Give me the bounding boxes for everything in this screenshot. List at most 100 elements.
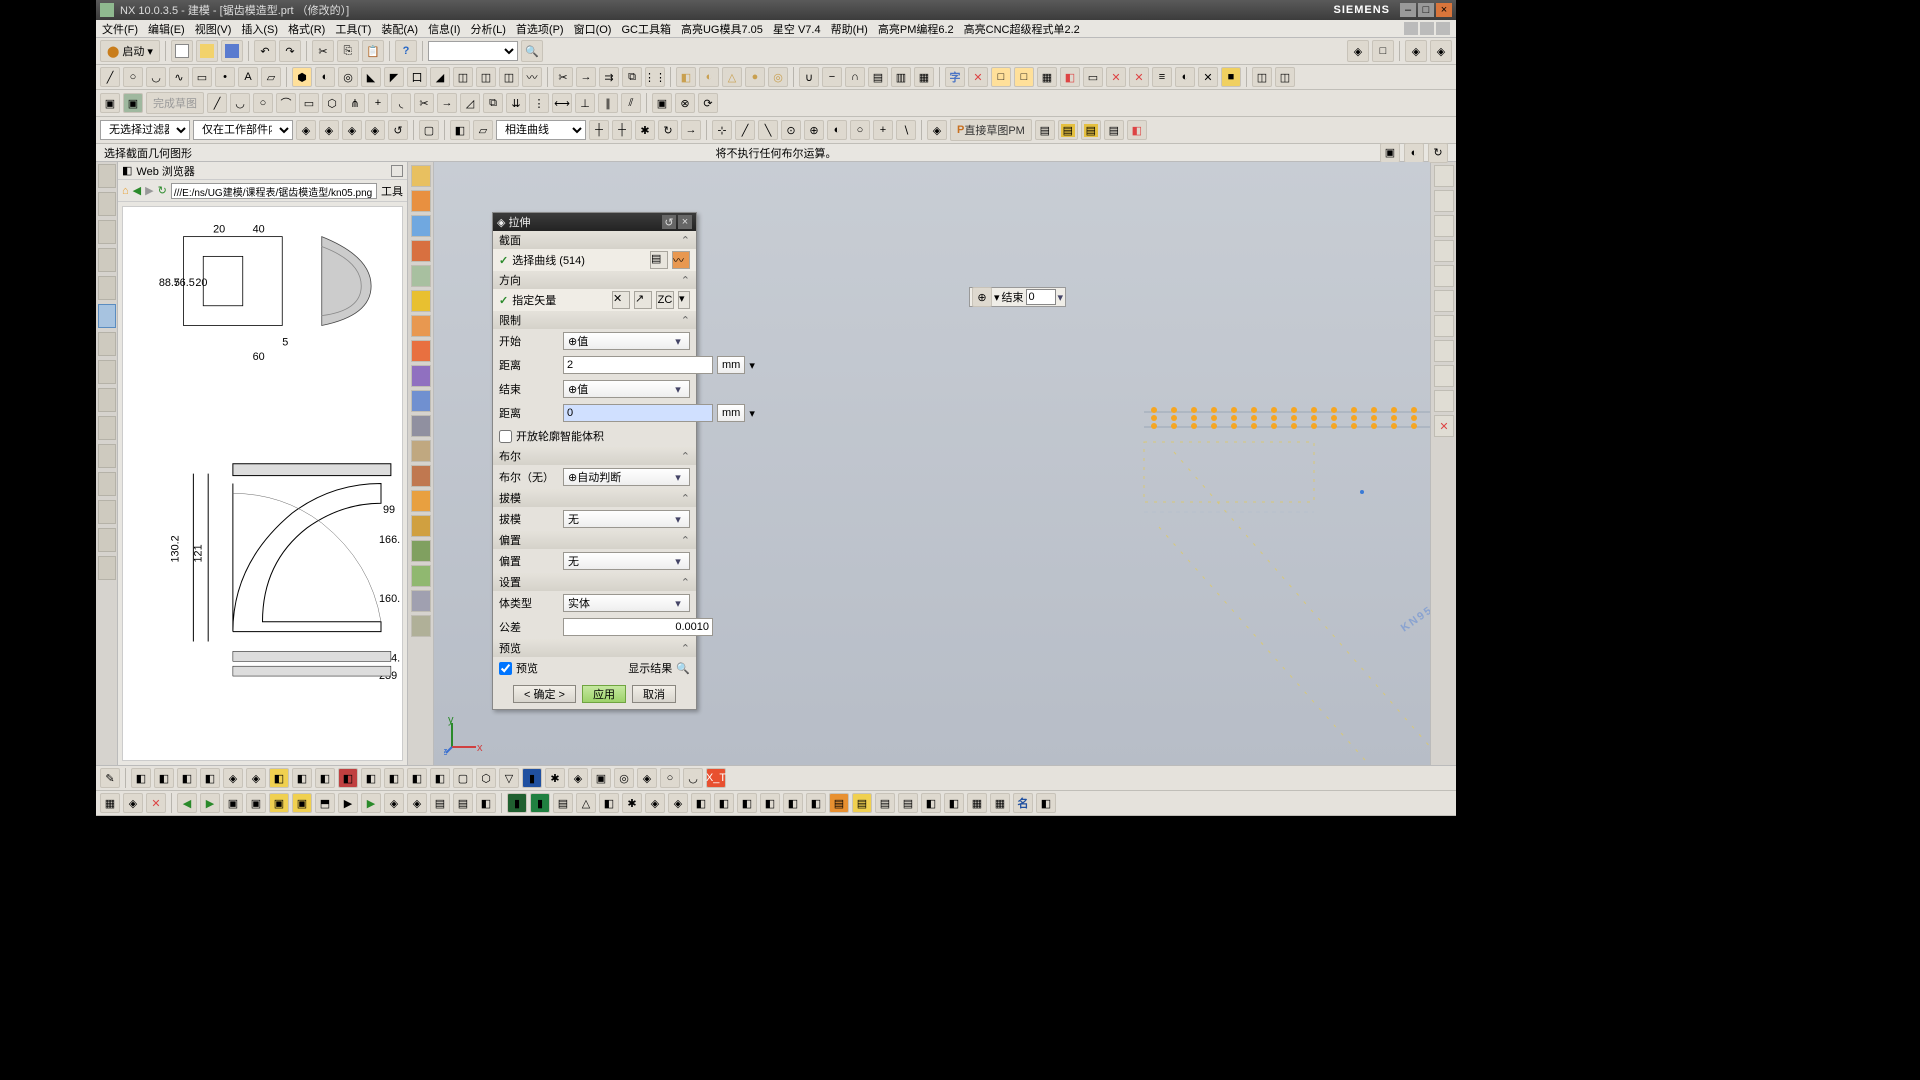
- snap-2[interactable]: ╱: [735, 120, 755, 140]
- dialog-reset-button[interactable]: ↺: [662, 215, 676, 229]
- nav-back-icon[interactable]: ◀: [133, 184, 141, 197]
- pattern-tool[interactable]: ⋮⋮: [645, 67, 665, 87]
- bt2-fwd[interactable]: ▶: [200, 793, 220, 813]
- curve-tool[interactable]: 〰: [522, 67, 542, 87]
- bt2-32[interactable]: ▤: [829, 793, 849, 813]
- bt2-21[interactable]: △: [576, 793, 596, 813]
- graphics-canvas[interactable]: KN95 x y z ◈: [434, 162, 1430, 765]
- ft-trim[interactable]: [411, 415, 431, 437]
- cube-r[interactable]: ◧: [1060, 67, 1080, 87]
- rb-hd3d[interactable]: [98, 276, 116, 300]
- bt2-27[interactable]: ◧: [714, 793, 734, 813]
- sk-select[interactable]: ▣: [100, 93, 120, 113]
- trim-tool[interactable]: ✂: [553, 67, 573, 87]
- bt1-17[interactable]: ⬡: [476, 768, 496, 788]
- text-tool[interactable]: 字: [945, 67, 965, 87]
- snap-3[interactable]: ╲: [758, 120, 778, 140]
- hole-tool[interactable]: ◎: [338, 67, 358, 87]
- rb-e[interactable]: [98, 556, 116, 580]
- bt1-21[interactable]: ◈: [568, 768, 588, 788]
- subtract-tool[interactable]: −: [822, 67, 842, 87]
- ft-thicken[interactable]: [411, 390, 431, 412]
- bt1-4[interactable]: ◧: [177, 768, 197, 788]
- menu-analyze[interactable]: 分析(L): [470, 21, 505, 37]
- rb-sys[interactable]: [98, 416, 116, 440]
- menu-edit[interactable]: 编辑(E): [148, 21, 185, 37]
- bt2-name[interactable]: 名: [1013, 793, 1033, 813]
- preview-checkbox[interactable]: [499, 662, 512, 675]
- rect-tool[interactable]: ▭: [192, 67, 212, 87]
- help-button[interactable]: ?: [395, 40, 417, 62]
- sk-proj[interactable]: ▣: [652, 93, 672, 113]
- menu-window[interactable]: 窗口(O): [574, 21, 612, 37]
- color-y[interactable]: ■: [1221, 67, 1241, 87]
- view-full[interactable]: ▣: [1380, 143, 1400, 163]
- flt-6[interactable]: ▢: [419, 120, 439, 140]
- ft-offset[interactable]: [411, 365, 431, 387]
- bt1-23[interactable]: ◎: [614, 768, 634, 788]
- snap-7[interactable]: ○: [850, 120, 870, 140]
- redo-button[interactable]: ↷: [279, 40, 301, 62]
- vr-close[interactable]: ✕: [1434, 415, 1454, 437]
- view-style-2[interactable]: □: [1372, 40, 1394, 62]
- di-icon[interactable]: ⊕: [972, 287, 992, 307]
- sk-con1[interactable]: ⊥: [575, 93, 595, 113]
- sk-fillet[interactable]: ◟: [391, 93, 411, 113]
- bt2-31[interactable]: ◧: [806, 793, 826, 813]
- menu-info[interactable]: 信息(I): [428, 21, 460, 37]
- snap-6[interactable]: ◐: [827, 120, 847, 140]
- bt2-12[interactable]: ◈: [407, 793, 427, 813]
- bt2-11[interactable]: ◈: [384, 793, 404, 813]
- sk-finish[interactable]: 完成草图: [146, 92, 204, 114]
- blend-tool[interactable]: ◣: [361, 67, 381, 87]
- bt2-1[interactable]: ▦: [100, 793, 120, 813]
- rb-a[interactable]: [98, 444, 116, 468]
- curve-rule[interactable]: 相连曲线: [496, 120, 586, 140]
- cube-3[interactable]: ◫: [499, 67, 519, 87]
- cr-3[interactable]: ✱: [635, 120, 655, 140]
- ft-subtract[interactable]: [411, 490, 431, 512]
- bt1-3[interactable]: ◧: [154, 768, 174, 788]
- mdi-restore-button[interactable]: [1420, 22, 1434, 35]
- ft-chamfer[interactable]: [411, 290, 431, 312]
- sk-conv[interactable]: ⟳: [698, 93, 718, 113]
- point-tool[interactable]: •: [215, 67, 235, 87]
- line-tool[interactable]: ╱: [100, 67, 120, 87]
- flt-5[interactable]: ↺: [388, 120, 408, 140]
- box-y2[interactable]: □: [1014, 67, 1034, 87]
- nav-tool[interactable]: 工具: [381, 183, 403, 199]
- sheet-3[interactable]: ▦: [914, 67, 934, 87]
- bt1-18[interactable]: ▽: [499, 768, 519, 788]
- ft-rib[interactable]: [411, 240, 431, 262]
- flt-3[interactable]: ◈: [342, 120, 362, 140]
- sk-line[interactable]: ╱: [207, 93, 227, 113]
- ft-split[interactable]: [411, 440, 431, 462]
- vr-4[interactable]: [1434, 240, 1454, 262]
- pm-2[interactable]: ▤: [1058, 120, 1078, 140]
- pin-button[interactable]: [391, 165, 403, 177]
- bt1-1[interactable]: ✎: [100, 768, 120, 788]
- bt2-26[interactable]: ◧: [691, 793, 711, 813]
- vec-infer-button[interactable]: ↗: [634, 291, 652, 309]
- start-dist-input[interactable]: [563, 356, 713, 374]
- bt2-22[interactable]: ◧: [599, 793, 619, 813]
- ft-draft[interactable]: [411, 340, 431, 362]
- mdi-minimize-button[interactable]: [1404, 22, 1418, 35]
- ft-hole[interactable]: [411, 215, 431, 237]
- intersect-tool[interactable]: ∩: [845, 67, 865, 87]
- menu-format[interactable]: 格式(R): [288, 21, 325, 37]
- unite-tool[interactable]: ∪: [799, 67, 819, 87]
- sphere-prim[interactable]: ●: [745, 67, 765, 87]
- rb-assy-nav[interactable]: [98, 192, 116, 216]
- end-link-button[interactable]: ▾: [749, 407, 755, 420]
- url-field[interactable]: ///E:/ns/UG建模/课程表/锯齿模造型/kn05.png: [171, 183, 377, 199]
- bt2-3[interactable]: ✕: [146, 793, 166, 813]
- ft-pattern[interactable]: [411, 540, 431, 562]
- pm-5[interactable]: ◧: [1127, 120, 1147, 140]
- bt2-2[interactable]: ◈: [123, 793, 143, 813]
- menu-pm62[interactable]: 高亮PM编程6.2: [878, 21, 954, 37]
- clip-tool[interactable]: ◐: [1175, 67, 1195, 87]
- sk-mirror[interactable]: ⧉: [483, 93, 503, 113]
- bt2-7[interactable]: ▣: [292, 793, 312, 813]
- ft-shell[interactable]: [411, 315, 431, 337]
